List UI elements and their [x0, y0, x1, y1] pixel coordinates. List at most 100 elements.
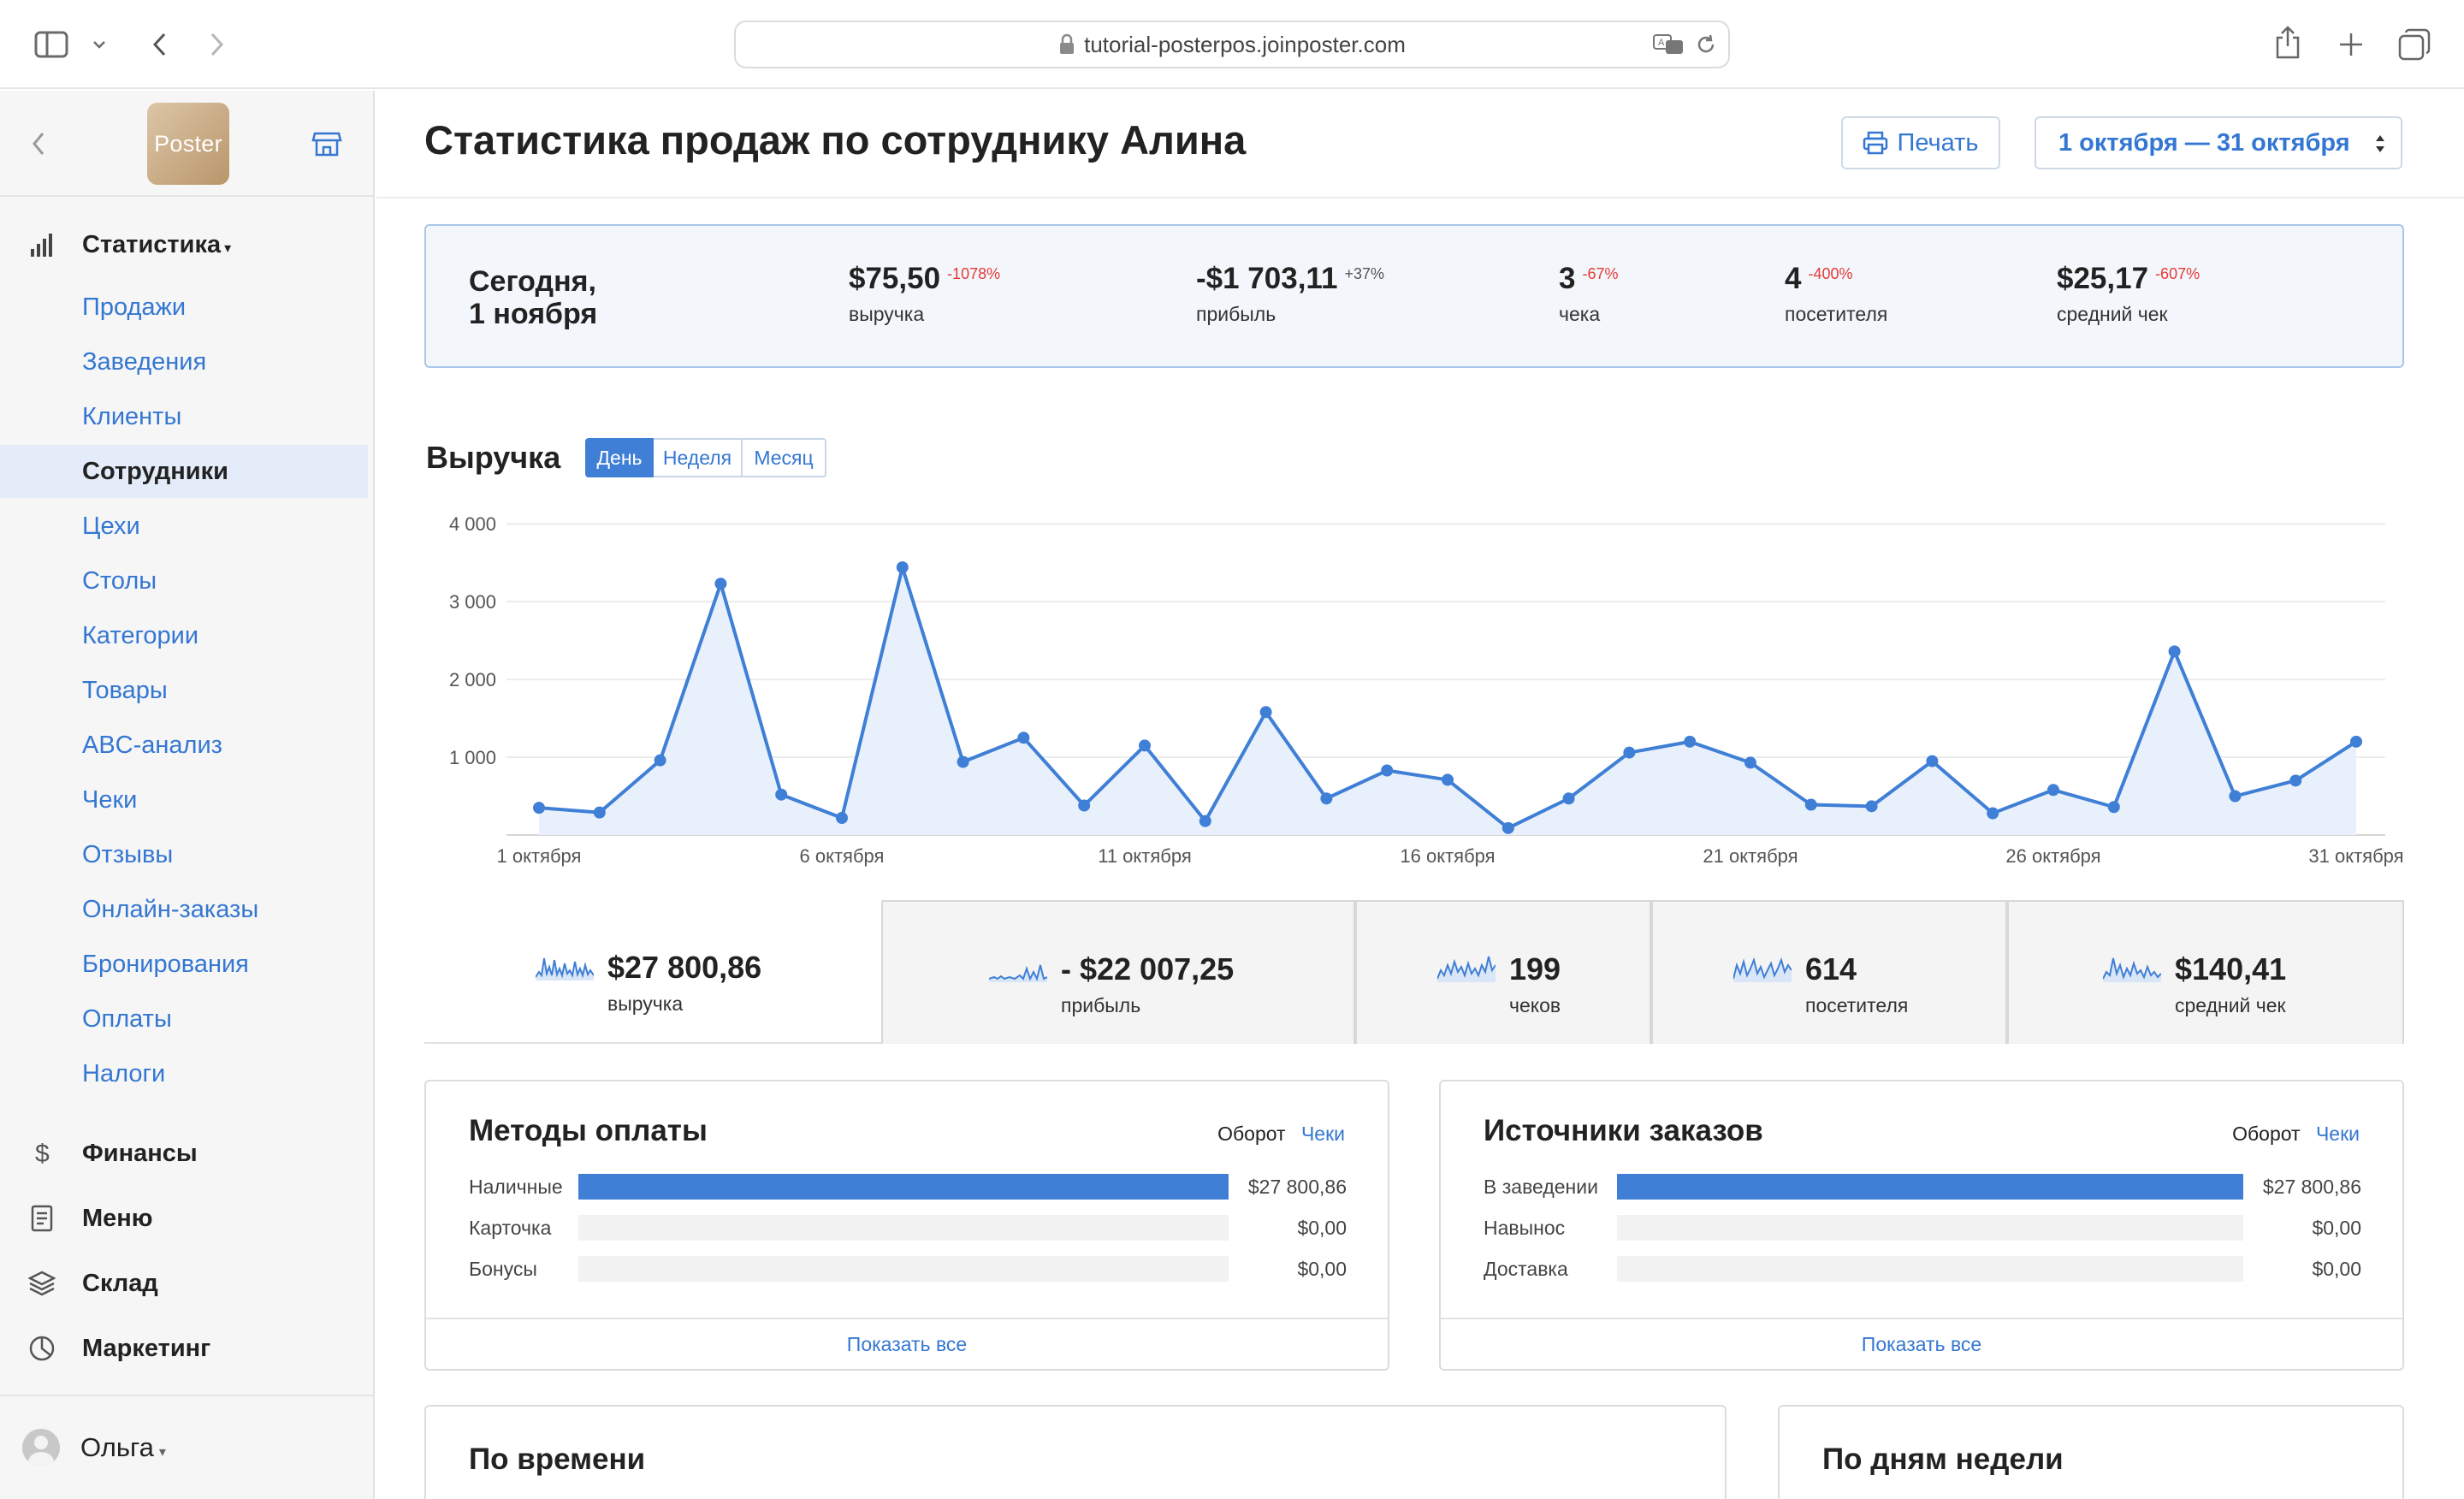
page-title: Статистика продаж по сотруднику Алина [424, 117, 1247, 163]
account-logo[interactable]: Poster [147, 103, 229, 185]
breakdown-value: $27 800,86 [2262, 1175, 2361, 1198]
sidebar-item-label: Категории [82, 621, 199, 649]
sidebar-item[interactable]: ABC-анализ [0, 719, 368, 772]
sidebar-item[interactable]: Категории [0, 609, 368, 662]
summary-label: посетителя [1805, 994, 1909, 1016]
breakdown-value: $0,00 [1297, 1257, 1347, 1280]
user-menu[interactable]: Ольга ▾ [0, 1395, 373, 1499]
summary-cell[interactable]: $140,41 средний чек [2007, 900, 2404, 1044]
breakdown-bar-track [578, 1256, 1229, 1282]
summary-label: чеков [1509, 994, 1561, 1016]
kpi-delta: -400% [1808, 265, 1853, 282]
forward-icon[interactable] [202, 26, 233, 63]
y-tick-label: 2 000 [449, 669, 496, 690]
summary-label: выручка [607, 992, 684, 1015]
summary-value: $27 800,86 [607, 950, 762, 985]
breakdown-label: Навынос [1484, 1216, 1566, 1239]
sidebar-item[interactable]: Продажи [0, 281, 368, 334]
sidebar-item[interactable]: Онлайн-заказы [0, 883, 368, 936]
nav-section[interactable]: Меню [0, 1201, 373, 1235]
collapse-sidebar-icon[interactable] [27, 128, 50, 159]
tab-turnover[interactable]: Оборот [1217, 1123, 1285, 1145]
kpi-value: -$1 703,11 [1196, 262, 1338, 295]
today-kpi: 3 -67% чека [1559, 262, 1619, 326]
data-point [896, 561, 909, 574]
tab-checks[interactable]: Чеки [2316, 1123, 2360, 1145]
data-point [1017, 732, 1030, 744]
tabs-overview-icon[interactable] [2396, 26, 2433, 63]
nav-section[interactable]: Склад [0, 1266, 373, 1301]
breakdown-label: Карточка [469, 1216, 552, 1239]
sidebar-item[interactable]: Клиенты [0, 390, 368, 443]
pie-icon [27, 1334, 56, 1363]
summary-label: прибыль [1061, 994, 1141, 1016]
summary-cell[interactable]: 199 чеков [1355, 900, 1651, 1044]
kpi-label: чека [1559, 303, 1601, 325]
sidebar-item[interactable]: Заведения [0, 335, 368, 388]
reload-icon[interactable] [1694, 33, 1718, 61]
nav-section-label: Маркетинг [82, 1334, 211, 1362]
sidebar-item[interactable]: Оплаты [0, 992, 368, 1046]
sidebar-item[interactable]: Столы [0, 554, 368, 607]
date-range-picker[interactable]: 1 октября — 31 октября [2035, 116, 2402, 169]
tab-checks[interactable]: Чеки [1301, 1123, 1345, 1145]
y-tick-label: 4 000 [449, 513, 496, 535]
tab-day[interactable]: День [585, 438, 654, 477]
browser-toolbar: tutorial-posterpos.joinposter.com A [0, 0, 2464, 89]
sparkline-icon [989, 964, 1047, 982]
sidebar-item[interactable]: Бронирования [0, 938, 368, 991]
new-tab-icon[interactable] [2334, 27, 2368, 62]
tab-month[interactable]: Месяц [743, 438, 826, 477]
by-weekday-card: По дням недели [1778, 1405, 2404, 1499]
user-name: Ольга [80, 1432, 154, 1462]
statistics-label: Статистика [82, 230, 222, 258]
sidebar-item[interactable]: Цехи [0, 500, 368, 553]
back-icon[interactable] [144, 26, 175, 63]
chevron-down-icon[interactable] [89, 33, 110, 56]
x-tick-label: 1 октября [497, 845, 582, 867]
sort-arrows-icon [2375, 132, 2385, 163]
data-point [2289, 774, 2302, 787]
print-button[interactable]: Печать [1841, 116, 2000, 169]
sidebar-item-label: Налоги [82, 1059, 166, 1087]
summary-cell[interactable]: $27 800,86 выручка [424, 900, 881, 1044]
storefront-icon[interactable] [310, 128, 344, 159]
tab-turnover[interactable]: Оборот [2232, 1123, 2300, 1145]
summary-cell[interactable]: 614 посетителя [1651, 900, 2007, 1044]
summary-label: средний чек [2175, 994, 2286, 1016]
nav-section-label: Склад [82, 1269, 158, 1297]
data-point [1684, 735, 1697, 748]
sidebar: Poster Статистика ▾ Продажи Заведения Клиен… [0, 91, 375, 1499]
sidebar-item-label: Отзывы [82, 840, 174, 868]
breakdown-label: Наличные [469, 1175, 563, 1198]
sidebar-toggle-icon[interactable] [33, 29, 70, 60]
translate-icon[interactable]: A [1653, 33, 1685, 61]
sidebar-item[interactable]: Товары [0, 664, 368, 717]
data-point [957, 755, 969, 768]
dollar-icon: $ [27, 1139, 56, 1168]
sidebar-item[interactable]: Налоги [0, 1047, 368, 1100]
share-icon[interactable] [2271, 24, 2305, 62]
kpi-value: 4 [1785, 262, 1802, 295]
payment-methods-card: Методы оплаты Оборот Чеки Показать все Н… [424, 1080, 1389, 1371]
nav-section[interactable]: Маркетинг [0, 1331, 373, 1366]
show-all-link[interactable]: Показать все [426, 1318, 1388, 1369]
sidebar-item[interactable]: Чеки [0, 773, 368, 827]
sidebar-item[interactable]: Отзывы [0, 828, 368, 881]
address-bar[interactable]: tutorial-posterpos.joinposter.com A [734, 21, 1730, 68]
tab-week[interactable]: Неделя [654, 438, 743, 477]
sidebar-item-label: Заведения [82, 347, 207, 376]
nav-section[interactable]: $ Финансы [0, 1136, 373, 1170]
nav-statistics[interactable]: Статистика ▾ [0, 228, 373, 262]
sidebar-item[interactable]: Сотрудники [0, 445, 368, 498]
tab-week-label: Неделя [662, 446, 732, 469]
sidebar-item-label: Столы [82, 566, 157, 595]
url-text: tutorial-posterpos.joinposter.com [1084, 31, 1406, 57]
revenue-title: Выручка [426, 440, 561, 475]
x-tick-label: 26 октября [2005, 845, 2100, 867]
revenue-area [539, 567, 2356, 835]
summary-cell[interactable]: - $22 007,25 прибыль [881, 900, 1355, 1044]
breakdown-value: $0,00 [2312, 1216, 2361, 1239]
breakdown-row: Бонусы $0,00 [469, 1254, 1347, 1283]
show-all-link[interactable]: Показать все [1441, 1318, 2402, 1369]
